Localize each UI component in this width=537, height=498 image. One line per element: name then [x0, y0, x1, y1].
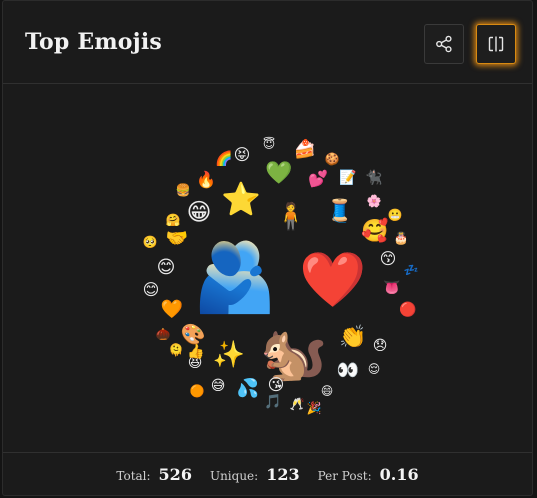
- emoji-item: 🎨: [180, 322, 206, 346]
- emoji-item: 😙: [379, 249, 397, 268]
- emoji-item: 🐈‍⬛: [365, 170, 383, 186]
- emoji-item: 🧵: [326, 199, 354, 224]
- emoji-item: 🌸: [366, 194, 382, 208]
- emoji-item: 🔴: [399, 302, 417, 318]
- emoji-item: 🤝: [165, 228, 189, 249]
- emoji-item: 🟠: [189, 384, 205, 398]
- stat-unique: Unique: 123: [210, 465, 300, 484]
- emoji-item: 😇: [262, 137, 276, 151]
- emoji-cloud: 🫂 ❤️ 🐿️ ⭐ 😁 🥰 😊 👏 🎨 ✨ 🧵 💚 🧍 😙 👀 😊 🧡 🤝 😘 💦 🍰 💕 😞 😝 🔥 🌈 🍔 😆 😅 😌 👍 🎵 😄 🍪 📝 🐈‍⬛…: [3, 84, 534, 454]
- split-view-icon: [488, 36, 504, 52]
- emoji-item: 💦: [236, 378, 260, 399]
- emoji-item: 🎵: [264, 394, 282, 410]
- top-emojis-card: Top Emojis 🫂 ❤️ 🐿️ ⭐ 😁 🥰 😊 👏 🎨 ✨ 🧵 💚 🧍 😙 👀 😊 🧡 🤝 😘 💦 🍰 💕 😞 😝 🔥 🌈 🍔…: [2, 0, 533, 496]
- share-button[interactable]: [424, 24, 464, 64]
- emoji-item: 🌈: [215, 151, 233, 167]
- emoji-item: 🔥: [196, 170, 216, 189]
- stats-footer: Total: 526 Unique: 123 Per Post: 0.16: [3, 452, 532, 495]
- emoji-item: ⭐: [221, 180, 261, 218]
- emoji-item: 😘: [267, 375, 285, 394]
- card-header: Top Emojis: [3, 1, 532, 84]
- emoji-item: 📝: [339, 170, 357, 186]
- emoji-item: 🤗: [165, 213, 181, 227]
- emoji-item: 👅: [383, 280, 401, 296]
- emoji-item: 🎂: [393, 231, 409, 245]
- emoji-item: 🌰: [155, 327, 171, 341]
- emoji-item: 🥰: [361, 219, 389, 244]
- emoji-item: 😊: [142, 280, 160, 299]
- emoji-item: 🫠: [168, 343, 184, 357]
- card-title: Top Emojis: [25, 29, 162, 55]
- emoji-item: 👍: [187, 344, 205, 360]
- emoji-item: ❤️: [299, 248, 367, 311]
- emoji-item: 😅: [210, 378, 226, 394]
- emoji-item: 🥺: [142, 235, 158, 249]
- split-view-button[interactable]: [476, 24, 516, 64]
- emoji-item: 😊: [156, 257, 176, 278]
- emoji-item: 🧡: [160, 299, 184, 320]
- emoji-item: 🥂: [289, 397, 305, 411]
- emoji-item: 💕: [308, 169, 328, 188]
- emoji-item: 😞: [372, 338, 388, 354]
- share-icon: [436, 35, 452, 53]
- emoji-item: 😌: [367, 362, 381, 376]
- stat-total: Total: 526: [116, 465, 192, 484]
- emoji-item: 😁: [186, 198, 212, 226]
- total-value: 526: [158, 464, 192, 484]
- emoji-item: 🎉: [306, 401, 322, 415]
- emoji-item: ✨: [212, 340, 246, 370]
- emoji-item: 💚: [265, 161, 293, 186]
- emoji-item: 🐿️: [260, 322, 328, 385]
- unique-label: Unique:: [209, 468, 259, 483]
- emoji-item: 👀: [336, 360, 360, 381]
- emoji-item: 🍔: [175, 183, 191, 197]
- emoji-item: 😬: [387, 208, 403, 222]
- emoji-item: 🍪: [324, 152, 340, 166]
- emoji-item: 💤: [403, 263, 419, 277]
- total-label: Total:: [116, 468, 151, 483]
- per-post-value: 0.16: [379, 464, 419, 484]
- emoji-item: 🧍: [274, 202, 308, 232]
- emoji-item: 😝: [233, 145, 251, 164]
- emoji-item: 🫂: [192, 238, 278, 317]
- emoji-item: 🍰: [293, 139, 317, 160]
- emoji-item: 😄: [320, 384, 334, 398]
- per-post-label: Per Post:: [317, 468, 372, 483]
- unique-value: 123: [266, 464, 300, 484]
- stat-per-post: Per Post: 0.16: [318, 465, 419, 484]
- emoji-cloud-area: 🫂 ❤️ 🐿️ ⭐ 😁 🥰 😊 👏 🎨 ✨ 🧵 💚 🧍 😙 👀 😊 🧡 🤝 😘 💦 🍰 💕 😞 😝 🔥 🌈 🍔 😆 😅 😌 👍 🎵 😄 🍪 📝 🐈‍⬛…: [3, 84, 532, 454]
- emoji-item: 👏: [339, 325, 367, 350]
